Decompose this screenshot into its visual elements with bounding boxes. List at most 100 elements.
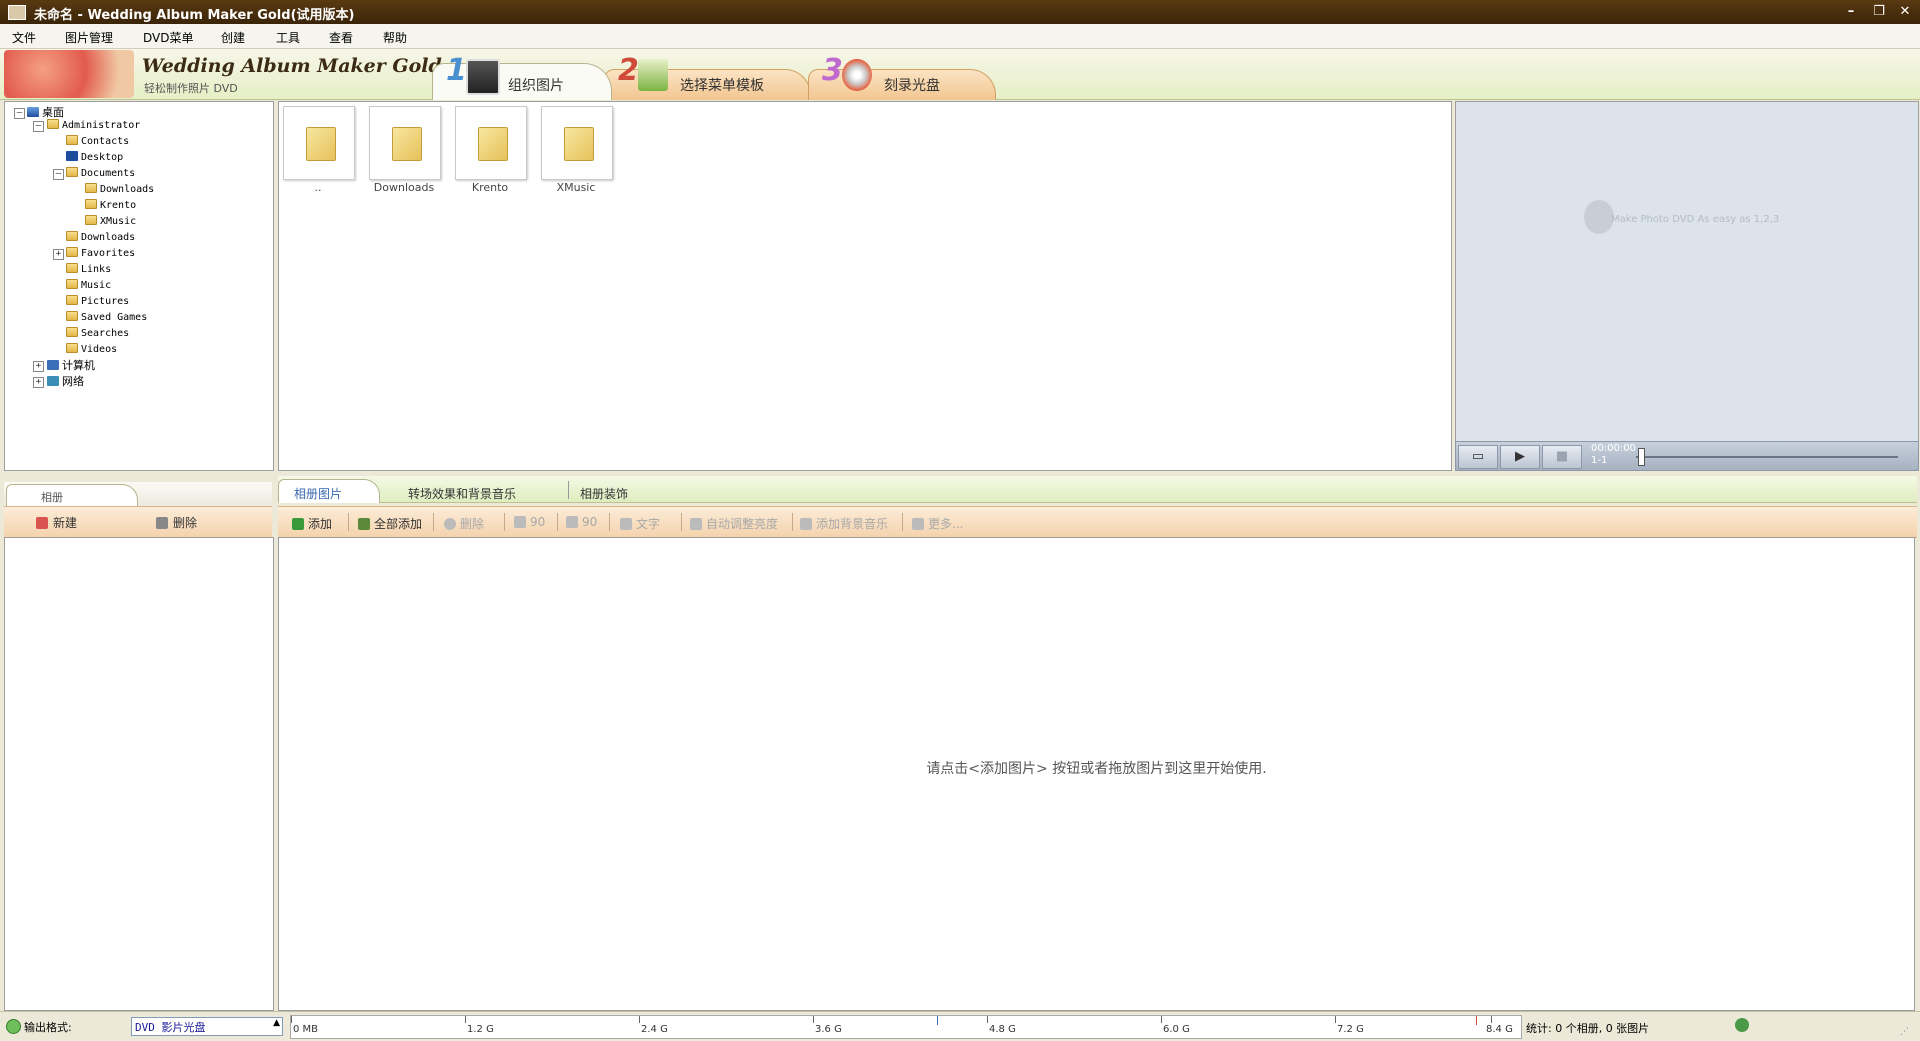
tree-item-krento[interactable]: Krento	[85, 199, 136, 213]
rotate-right-button[interactable]: 90	[566, 515, 597, 529]
step-label: 选择菜单模板	[680, 78, 764, 94]
delete-button[interactable]: 删除	[444, 515, 484, 532]
text-icon	[620, 518, 632, 530]
toolbar-separator	[902, 513, 903, 531]
computer-icon	[47, 360, 59, 370]
add-all-button[interactable]: 全部添加	[358, 515, 422, 532]
output-format-select[interactable]: DVD 影片光盘 ▲	[131, 1017, 283, 1036]
minimize-button[interactable]: –	[1842, 3, 1860, 20]
menu-picture-manage[interactable]: 图片管理	[65, 29, 113, 46]
tree-item-administrator[interactable]: Administrator	[47, 119, 140, 133]
folder-thumb-parent[interactable]	[283, 106, 355, 180]
seek-track[interactable]	[1636, 456, 1898, 458]
step-tab-burn[interactable]: 3 刻录光盘	[822, 53, 982, 98]
step-label: 组织图片	[508, 78, 564, 94]
empty-hint: 请点击<添加图片> 按钮或者拖放图片到这里开始使用.	[926, 761, 1267, 777]
stop-button[interactable]: ■	[1542, 445, 1582, 469]
new-album-icon	[36, 517, 48, 529]
tree-item-saved-games[interactable]: Saved Games	[66, 311, 147, 325]
playback-bar: ▭ ▶ ■ 00:00:00 1-1	[1455, 441, 1919, 471]
expand-toggle[interactable]: +	[53, 249, 64, 260]
tab-divider	[568, 481, 569, 499]
app-icon	[8, 5, 26, 20]
folder-tree-panel[interactable]: – 桌面 – Administrator Contacts Desktop – …	[4, 101, 274, 471]
expand-toggle[interactable]: +	[33, 377, 44, 388]
tree-item-favorites[interactable]: Favorites	[66, 247, 135, 261]
tree-item-xmusic[interactable]: XMusic	[85, 215, 136, 229]
picture-toolbar: 添加 全部添加 删除 90 90 文字 自动调整亮度 添加背景音乐 更多...	[278, 506, 1917, 538]
tree-item-documents[interactable]: Documents	[66, 167, 135, 181]
folder-icon	[85, 215, 97, 225]
album-list[interactable]	[4, 537, 274, 1011]
seek-thumb[interactable]	[1638, 448, 1645, 466]
step-tab-menu-template[interactable]: 2 选择菜单模板	[618, 53, 788, 98]
auto-brightness-button[interactable]: 自动调整亮度	[690, 515, 778, 532]
tab-album[interactable]: 相册	[6, 484, 138, 507]
tree-item-links[interactable]: Links	[66, 263, 111, 277]
collapse-toggle[interactable]: –	[14, 108, 25, 119]
output-format-label: 输出格式:	[24, 1021, 72, 1034]
toolbar-separator	[609, 513, 610, 531]
close-button[interactable]: ✕	[1896, 3, 1914, 20]
tree-item-downloads[interactable]: Downloads	[66, 231, 135, 245]
checkmark-template-icon	[638, 59, 668, 91]
folder-icon	[47, 119, 59, 129]
tree-item-network[interactable]: 网络	[47, 375, 84, 389]
rotate-left-icon	[514, 516, 526, 528]
menu-file[interactable]: 文件	[12, 29, 36, 46]
menu-help[interactable]: 帮助	[383, 29, 407, 46]
snapshot-button[interactable]: ▭	[1458, 445, 1498, 469]
network-icon	[47, 376, 59, 386]
add-button[interactable]: 添加	[292, 515, 332, 532]
menu-tools[interactable]: 工具	[276, 29, 300, 46]
play-button[interactable]: ▶	[1500, 445, 1540, 469]
tab-transitions-music[interactable]: 转场效果和背景音乐	[408, 485, 516, 502]
chevron-down-icon: ▲	[273, 1018, 280, 1028]
album-picture-area[interactable]: 请点击<添加图片> 按钮或者拖放图片到这里开始使用.	[278, 537, 1915, 1011]
contacts-folder-icon	[66, 135, 78, 145]
tree-item-doc-downloads[interactable]: Downloads	[85, 183, 154, 197]
folder-icon	[392, 127, 422, 161]
tree-item-computer[interactable]: 计算机	[47, 359, 95, 373]
rotate-left-button[interactable]: 90	[514, 515, 545, 529]
delete-album-button[interactable]: 删除	[156, 514, 197, 531]
output-format-icon	[6, 1019, 21, 1034]
album-tab-header: 相册	[4, 482, 272, 507]
more-button[interactable]: 更多...	[912, 515, 963, 532]
new-album-button[interactable]: 新建	[36, 514, 77, 531]
ruler-tick: 3.6 G	[815, 1024, 842, 1035]
tree-item-videos[interactable]: Videos	[66, 343, 117, 357]
menu-view[interactable]: 查看	[329, 29, 353, 46]
folder-thumb-downloads[interactable]	[369, 106, 441, 180]
resize-grip-icon[interactable]: ⋰	[1900, 1026, 1914, 1038]
content-tab-header: 相册图片 转场效果和背景音乐 相册装饰	[278, 476, 1917, 503]
step-banner: Wedding Album Maker Gold 轻松制作照片 DVD 1 组织…	[0, 49, 1920, 100]
music-note-icon	[800, 518, 812, 530]
tab-album-decoration[interactable]: 相册装饰	[580, 485, 628, 502]
step-tab-organize[interactable]: 1 组织图片	[446, 53, 606, 98]
preview-panel: Make Photo DVD As easy as 1,2,3	[1455, 101, 1919, 471]
tree-item-pictures[interactable]: Pictures	[66, 295, 129, 309]
collapse-toggle[interactable]: –	[33, 121, 44, 132]
tree-item-desktop[interactable]: Desktop	[66, 151, 123, 165]
photo-album-icon	[466, 59, 500, 95]
tree-item-contacts[interactable]: Contacts	[66, 135, 129, 149]
menu-create[interactable]: 创建	[221, 29, 245, 46]
tree-item-music[interactable]: Music	[66, 279, 111, 293]
desktop-icon	[66, 151, 78, 161]
toolbar-separator	[433, 513, 434, 531]
restore-button[interactable]: ❐	[1870, 3, 1888, 20]
logo-text: Wedding Album Maker Gold	[142, 55, 442, 77]
text-button[interactable]: 文字	[620, 515, 660, 532]
tree-item-searches[interactable]: Searches	[66, 327, 129, 341]
menu-dvd-menu[interactable]: DVD菜单	[143, 29, 193, 46]
add-music-button[interactable]: 添加背景音乐	[800, 515, 888, 532]
tab-album-pictures[interactable]: 相册图片	[294, 485, 342, 502]
folder-thumb-krento[interactable]	[455, 106, 527, 180]
ruler-tick: 4.8 G	[989, 1024, 1016, 1035]
expand-toggle[interactable]: +	[33, 361, 44, 372]
preview-watermark: Make Photo DVD As easy as 1,2,3	[1611, 214, 1780, 225]
tree-item-desktop-root[interactable]: 桌面	[27, 106, 64, 120]
folder-thumb-xmusic[interactable]	[541, 106, 613, 180]
collapse-toggle[interactable]: –	[53, 169, 64, 180]
